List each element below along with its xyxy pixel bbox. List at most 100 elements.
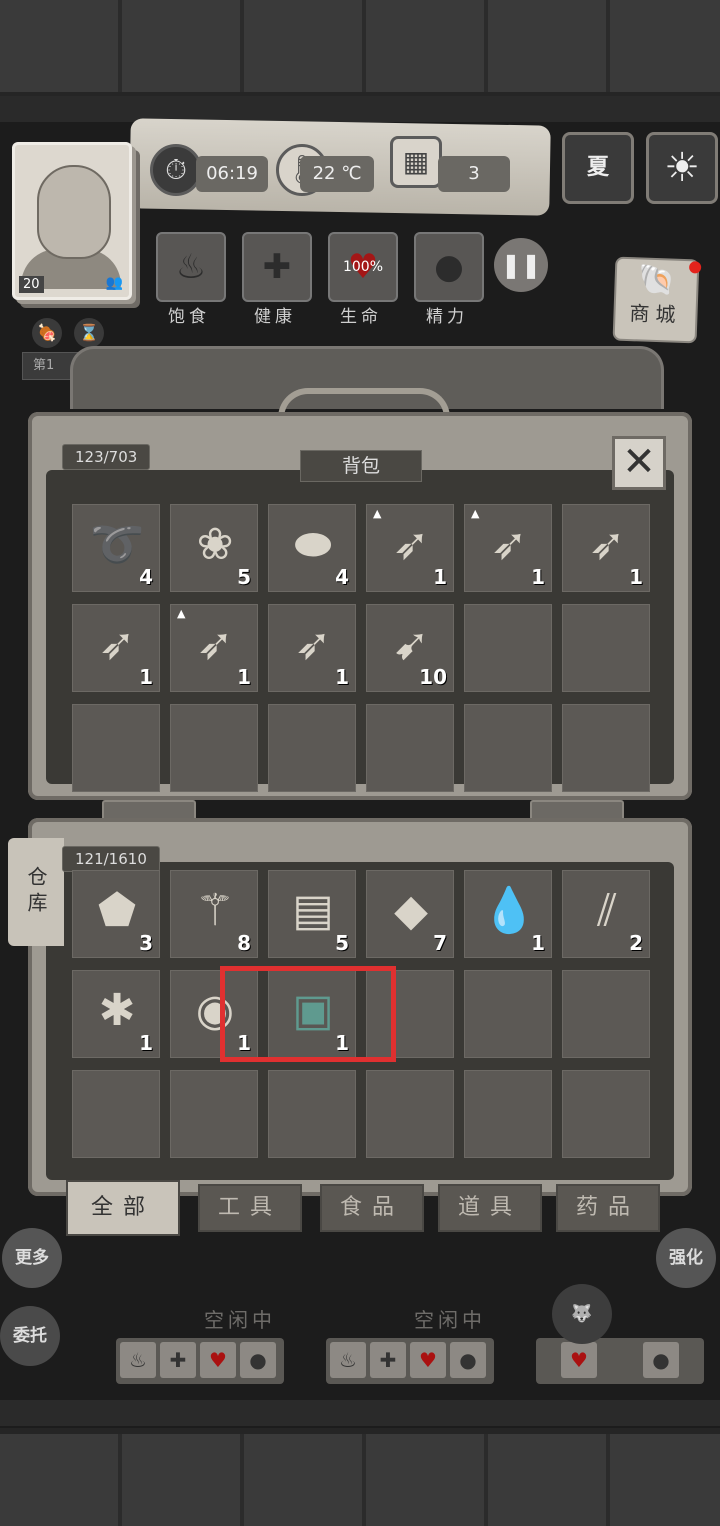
warehouse-slot[interactable]: ▤ 5: [268, 870, 356, 958]
backpack-grid: ➰ 4 ❀ 5 ⬬ 4 ▲ ➶ 1 ▲ ➶ 1 ➶ 1 ➶ 1 ▲ ➶ 1 ➶ 1 ➹ 10: [72, 504, 650, 792]
hourglass-icon[interactable]: ⌛: [74, 318, 104, 348]
warehouse-slot[interactable]: 💧 1: [464, 870, 552, 958]
empty-slot[interactable]: [464, 604, 552, 692]
stomach-icon: ♨: [175, 247, 207, 287]
empty-slot[interactable]: [268, 704, 356, 792]
strengthen-button[interactable]: 强化: [656, 1228, 716, 1288]
item-qty: 10: [419, 665, 447, 689]
backpack-title: 背包: [300, 450, 422, 482]
season-label: 夏: [586, 155, 609, 180]
empty-slot[interactable]: [464, 704, 552, 792]
item-qty: 7: [433, 931, 447, 955]
close-button[interactable]: ✕: [612, 436, 666, 490]
backpack-slot[interactable]: ❀ 5: [170, 504, 258, 592]
empty-slot[interactable]: [170, 704, 258, 792]
warehouse-capacity: 121/1610: [62, 846, 160, 872]
backpack-slot[interactable]: ⬬ 4: [268, 504, 356, 592]
plus-icon: ✚: [262, 247, 292, 287]
backpack-slot[interactable]: ➶ 1: [562, 504, 650, 592]
top-dark-bar: [0, 96, 720, 122]
empty-slot[interactable]: [464, 970, 552, 1058]
need-energy-label: 精力: [426, 307, 468, 327]
item-qty: 1: [433, 565, 447, 589]
shop-button[interactable]: 🐚 商城: [612, 256, 702, 344]
warehouse-slot[interactable]: ⫽ 2: [562, 870, 650, 958]
worker-bar-2[interactable]: ♨ ✚ ♥ ●: [326, 1338, 494, 1384]
tab-tools[interactable]: 工具: [198, 1184, 302, 1232]
warehouse-slot[interactable]: ⬟ 3: [72, 870, 160, 958]
need-health-label: 健康: [254, 307, 296, 327]
tab-props[interactable]: 道具: [438, 1184, 542, 1232]
need-satiety-label: 饱食: [168, 307, 210, 327]
notification-dot: [688, 261, 702, 274]
tab-food[interactable]: 食品: [320, 1184, 424, 1232]
person-icon: ●: [643, 1342, 679, 1378]
item-qty: 1: [531, 565, 545, 589]
character-portrait[interactable]: 20 👥: [12, 142, 132, 300]
empty-slot[interactable]: [72, 704, 160, 792]
shell-icon: 🐚: [637, 262, 676, 299]
item-qty: 1: [139, 1031, 153, 1055]
stopwatch-icon: ⏱: [150, 144, 202, 196]
backpack-slot[interactable]: ➶ 1: [268, 604, 356, 692]
team-icon: 👥: [105, 275, 123, 291]
person-icon: ●: [450, 1342, 486, 1378]
sun-icon[interactable]: ☀: [646, 132, 718, 204]
empty-slot[interactable]: [562, 1070, 650, 1158]
worker-bar-3[interactable]: ♥ ●: [536, 1338, 704, 1384]
backpack-slot[interactable]: ➶ 1: [72, 604, 160, 692]
item-qty: 4: [335, 565, 349, 589]
need-health[interactable]: ✚: [242, 232, 312, 302]
life-percent: 100%: [342, 259, 384, 275]
backpack-slot[interactable]: ➰ 4: [72, 504, 160, 592]
more-button[interactable]: 更多: [2, 1228, 62, 1288]
item-qty: 1: [139, 665, 153, 689]
need-life[interactable]: ♥ 100%: [328, 232, 398, 302]
plus-icon: ✚: [370, 1342, 406, 1378]
empty-slot[interactable]: [366, 704, 454, 792]
pause-button[interactable]: ❚❚: [494, 238, 548, 292]
empty-slot[interactable]: [562, 704, 650, 792]
need-satiety[interactable]: ♨: [156, 232, 226, 302]
backpack-slot[interactable]: ▲ ➶ 1: [464, 504, 552, 592]
top-wood-border: [0, 0, 720, 98]
warehouse-slot[interactable]: ✱ 1: [72, 970, 160, 1058]
warehouse-slot[interactable]: ◆ 7: [366, 870, 454, 958]
heart-icon: ♥: [200, 1342, 236, 1378]
delegate-button[interactable]: 委托: [0, 1306, 60, 1366]
empty-slot[interactable]: [562, 604, 650, 692]
wolf-companion-icon[interactable]: 🐺: [552, 1284, 612, 1344]
need-energy[interactable]: ●: [414, 232, 484, 302]
empty-slot[interactable]: [268, 1070, 356, 1158]
empty-slot[interactable]: [562, 970, 650, 1058]
backpack-slot[interactable]: ▲ ➶ 1: [170, 604, 258, 692]
empty-slot[interactable]: [464, 1070, 552, 1158]
item-qty: 1: [237, 665, 251, 689]
tab-all[interactable]: 全部: [66, 1180, 180, 1236]
warehouse-tab[interactable]: 仓库: [8, 838, 64, 946]
person-icon: ●: [240, 1342, 276, 1378]
item-qty: 2: [629, 931, 643, 955]
heart-icon: ♥: [410, 1342, 446, 1378]
item-qty: 1: [531, 931, 545, 955]
stomach-icon: ♨: [330, 1342, 366, 1378]
character-level: 20: [19, 276, 44, 293]
backpack-slot[interactable]: ➹ 10: [366, 604, 454, 692]
backpack-slot[interactable]: ▲ ➶ 1: [366, 504, 454, 592]
season-button[interactable]: 夏: [562, 132, 634, 204]
item-qty: 4: [139, 565, 153, 589]
empty-slot[interactable]: [366, 1070, 454, 1158]
item-qty: 5: [237, 565, 251, 589]
empty-slot[interactable]: [72, 1070, 160, 1158]
tab-medicine[interactable]: 药品: [556, 1184, 660, 1232]
portrait-face: [37, 165, 111, 259]
temperature-display: 22 ℃: [300, 156, 374, 192]
empty-slot[interactable]: [170, 1070, 258, 1158]
meat-icon[interactable]: 🍖: [32, 318, 62, 348]
time-display: 06:19: [196, 156, 268, 192]
day-display: 3: [438, 156, 510, 192]
worker-status-2: 空闲中: [414, 1308, 486, 1332]
worker-bar-1[interactable]: ♨ ✚ ♥ ●: [116, 1338, 284, 1384]
bottom-wood-border: [0, 1428, 720, 1526]
warehouse-slot[interactable]: ⚚ 8: [170, 870, 258, 958]
